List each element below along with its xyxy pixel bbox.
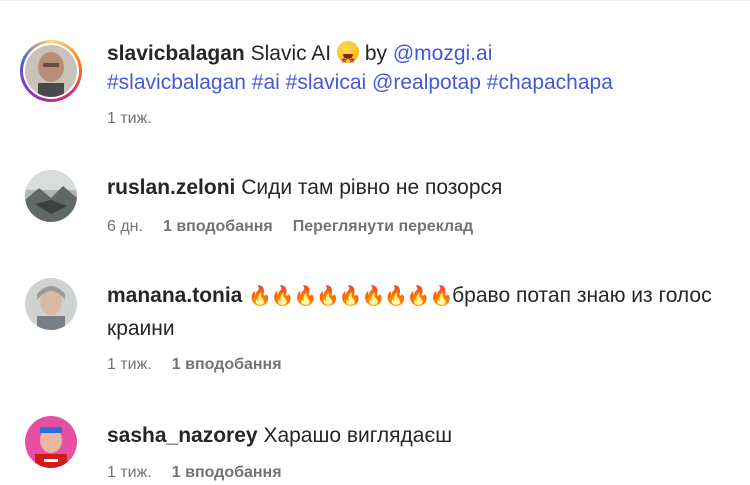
avatar[interactable]	[25, 170, 77, 222]
mention-link[interactable]: @mozgi.ai	[393, 42, 493, 65]
comment-text: Сиди там рівно не позорся	[241, 176, 503, 199]
star-struck-emoji-icon	[336, 41, 359, 76]
comment-username[interactable]: ruslan.zeloni	[107, 176, 235, 199]
avatar[interactable]	[25, 416, 77, 468]
comment-username[interactable]: sasha_nazorey	[107, 424, 258, 447]
hashtag-link[interactable]: #slavicbalagan	[107, 71, 246, 94]
caption-tags: #slavicbalagan #ai #slavicai @realpotap …	[107, 67, 732, 99]
story-ring[interactable]	[20, 40, 82, 102]
mention-link[interactable]: @realpotap	[372, 71, 481, 94]
comment-body: manana.tonia 🔥🔥🔥🔥🔥🔥🔥🔥🔥браво потап знаю и…	[107, 280, 732, 345]
fire-emoji-icons: 🔥🔥🔥🔥🔥🔥🔥🔥🔥	[248, 286, 453, 307]
comment-meta: 6 дн. 1 вподобання Переглянути переклад	[107, 218, 473, 236]
caption-line-1: slavicbalagan Slavic AI by @mozgi.ai	[107, 38, 732, 76]
see-translation-button[interactable]: Переглянути переклад	[293, 218, 473, 236]
post-username[interactable]: slavicbalagan	[107, 42, 245, 65]
timestamp[interactable]: 1 тиж.	[107, 110, 152, 128]
timestamp[interactable]: 1 тиж.	[107, 356, 152, 374]
timestamp[interactable]: 6 дн.	[107, 218, 143, 236]
avatar[interactable]	[25, 45, 77, 97]
comment-meta: 1 тиж. 1 вподобання	[107, 356, 282, 374]
timestamp[interactable]: 1 тиж.	[107, 464, 152, 482]
hashtag-link[interactable]: #chapachapa	[487, 71, 613, 94]
caption-text: Slavic AI	[250, 42, 332, 65]
top-divider	[0, 0, 750, 1]
likes-count-button[interactable]: 1 вподобання	[163, 218, 273, 236]
comment-meta: 1 тиж. 1 вподобання	[107, 464, 282, 482]
hashtag-link[interactable]: #slavicai	[286, 71, 367, 94]
comment-body: sasha_nazorey Харашо виглядаєш	[107, 420, 732, 452]
avatar[interactable]	[25, 278, 77, 330]
comment-username[interactable]: manana.tonia	[107, 284, 242, 307]
hashtag-link[interactable]: #ai	[252, 71, 280, 94]
comment-text: Харашо виглядаєш	[263, 424, 453, 447]
caption-by: by	[364, 42, 388, 65]
comment-body: ruslan.zeloni Сиди там рівно не позорся	[107, 172, 732, 204]
likes-count-button[interactable]: 1 вподобання	[172, 356, 282, 374]
likes-count-button[interactable]: 1 вподобання	[172, 464, 282, 482]
post-meta: 1 тиж.	[107, 110, 152, 128]
